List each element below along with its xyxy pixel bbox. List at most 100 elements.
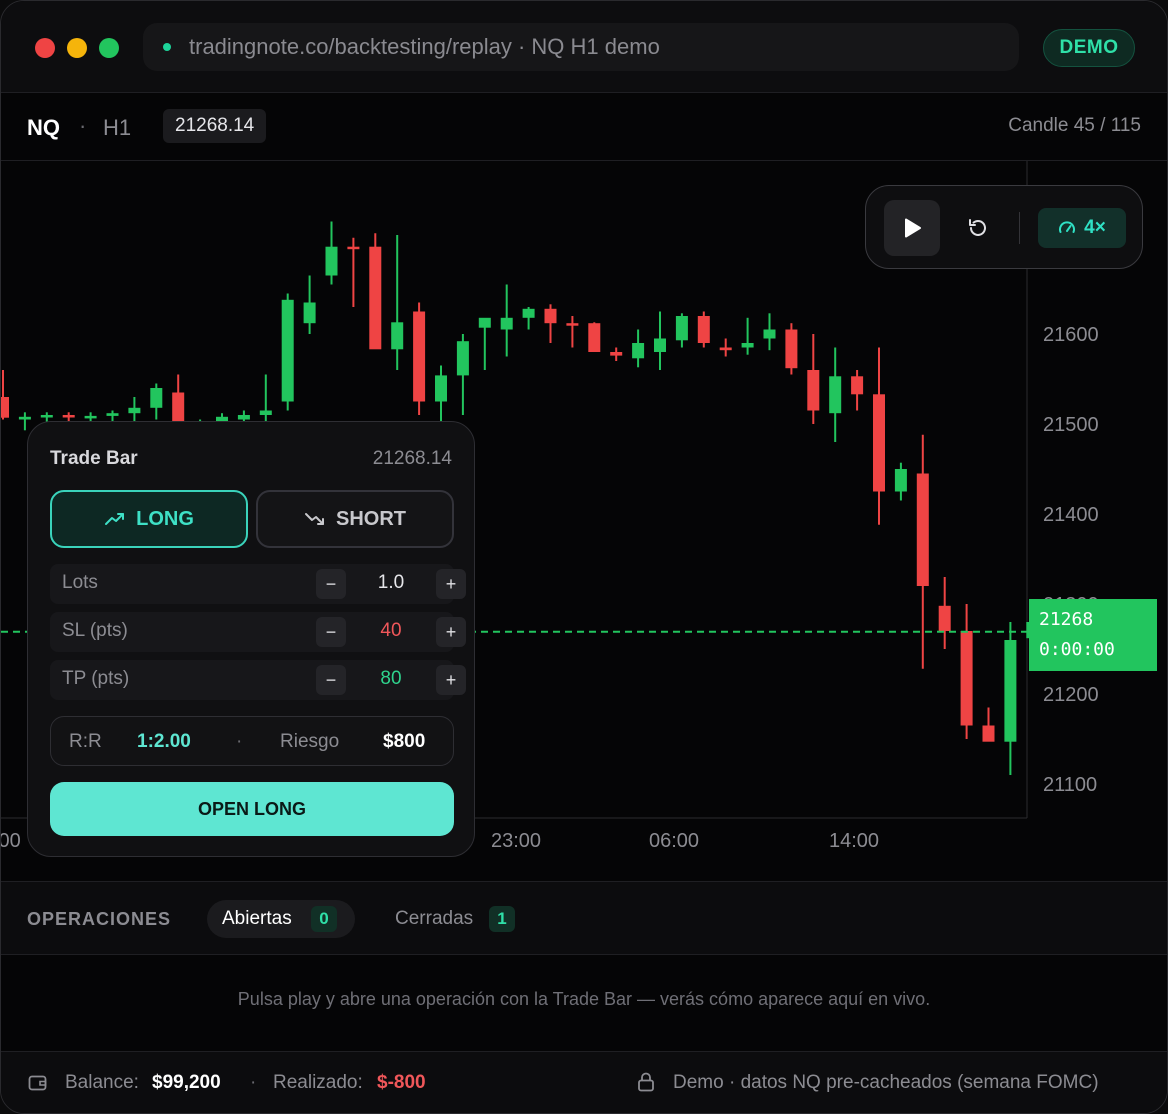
candle (435, 365, 447, 424)
tab-open-label: Abiertas (222, 908, 292, 929)
url-bar[interactable]: tradingnote.co/backtesting/replay · NQ H… (143, 23, 1019, 71)
candle-counter: Candle 45 / 115 (1008, 115, 1141, 136)
candle (391, 235, 404, 370)
candle (719, 338, 732, 357)
candle (588, 322, 601, 352)
candle (150, 383, 163, 420)
balance-value: $99,200 (152, 1072, 221, 1093)
candle-body (150, 388, 163, 408)
candle-body (40, 415, 53, 418)
status-footer: Balance: $99,200 · Realizado: $-800 Demo… (1, 1051, 1167, 1113)
candle (413, 302, 426, 415)
lock-icon (635, 1071, 657, 1099)
candle-body (785, 329, 798, 369)
reset-icon (969, 219, 986, 236)
candle-body (938, 605, 951, 631)
candle (1, 370, 9, 420)
candle (456, 334, 469, 415)
long-button[interactable]: LONG (50, 490, 248, 548)
candle-body (106, 413, 119, 416)
candle-body (566, 323, 579, 326)
open-long-button[interactable]: OPEN LONG (50, 782, 454, 836)
sl-decrease-button[interactable]: − (316, 617, 346, 647)
short-button[interactable]: SHORT (256, 490, 454, 548)
app-window: tradingnote.co/backtesting/replay · NQ H… (0, 0, 1168, 1114)
symbol-name[interactable]: NQ (27, 115, 60, 141)
tp-increase-button[interactable]: + (436, 665, 466, 695)
y-tick-label: 21400 (1043, 504, 1099, 526)
candle (347, 237, 360, 307)
candle-body (544, 308, 557, 324)
sl-value[interactable]: 40 (346, 620, 436, 642)
play-icon (905, 218, 921, 238)
candle-body (960, 631, 973, 726)
speedometer-icon (1059, 221, 1076, 233)
url-text: tradingnote.co/backtesting/replay · NQ H… (189, 34, 660, 59)
candle (544, 304, 557, 343)
current-price-chip: 21268.14 (163, 109, 267, 143)
candle-body (478, 317, 491, 328)
candle-body (632, 343, 645, 359)
lots-value[interactable]: 1.0 (346, 572, 436, 594)
candle-body (1, 397, 9, 418)
y-tick-label: 21100 (1043, 774, 1097, 796)
candle (303, 275, 316, 334)
realized-value: $-800 (377, 1072, 426, 1093)
candle (654, 311, 666, 370)
close-window-button[interactable] (35, 38, 55, 58)
replay-controls: 4× (865, 185, 1143, 269)
sl-row: SL (pts) − 40 + (50, 612, 466, 652)
y-tick-label: 21500 (1043, 414, 1099, 436)
candle-body (435, 375, 447, 402)
reset-button[interactable] (950, 200, 1006, 256)
candle (785, 323, 798, 375)
minimize-window-button[interactable] (67, 38, 87, 58)
candle-body (325, 246, 338, 276)
candle (566, 316, 579, 348)
trend-up-icon (105, 513, 125, 525)
candle-body (522, 308, 535, 318)
speed-label: 4× (1084, 217, 1106, 238)
maximize-window-button[interactable] (99, 38, 119, 58)
lots-increase-button[interactable]: + (436, 569, 466, 599)
tp-decrease-button[interactable]: − (316, 665, 346, 695)
candle-body (982, 725, 995, 742)
candle (938, 577, 951, 649)
x-tick-label: 14:00 (829, 830, 879, 852)
candle-body (697, 316, 710, 343)
replay-divider (1019, 212, 1020, 244)
demo-badge: DEMO (1043, 29, 1135, 67)
wallet-icon (27, 1072, 49, 1100)
trade-bar-price: 21268.14 (372, 448, 452, 469)
speed-button[interactable]: 4× (1038, 208, 1126, 248)
tp-value[interactable]: 80 (346, 668, 436, 690)
candle-body (347, 246, 360, 250)
tab-closed-trades[interactable]: Cerradas (395, 908, 473, 930)
candle (610, 347, 623, 361)
tab-open-trades[interactable]: Abiertas 0 (207, 900, 355, 938)
candle-body (413, 311, 426, 402)
data-source-info: Demo · datos NQ pre-cacheados (semana FO… (673, 1072, 1099, 1093)
timeframe-label[interactable]: H1 (103, 115, 131, 141)
candle (894, 462, 907, 501)
candle-countdown: 0:00:00 (1039, 639, 1115, 660)
footer-separator: · (250, 1072, 257, 1093)
candle-body (588, 323, 601, 352)
rr-separator: · (236, 731, 243, 752)
x-tick-label: 23:00 (491, 830, 541, 852)
candle-body (763, 329, 776, 339)
last-price-label: 21268 0:00:00 (1029, 599, 1157, 671)
play-button[interactable] (884, 200, 940, 256)
sl-label: SL (pts) (62, 620, 128, 641)
open-trades-count: 0 (311, 906, 337, 932)
candle-body (18, 416, 31, 420)
operations-empty-message: Pulsa play y abre una operación con la T… (237, 989, 931, 1009)
sl-increase-button[interactable]: + (436, 617, 466, 647)
lots-decrease-button[interactable]: − (316, 569, 346, 599)
balance-label: Balance: (65, 1072, 139, 1093)
closed-trades-count: 1 (489, 906, 515, 932)
candle-body (741, 343, 754, 348)
candle-body (873, 394, 885, 492)
y-tick-label: 21200 (1043, 684, 1099, 706)
risk-reward-summary: R:R 1:2.00 · Riesgo $800 (50, 716, 454, 766)
